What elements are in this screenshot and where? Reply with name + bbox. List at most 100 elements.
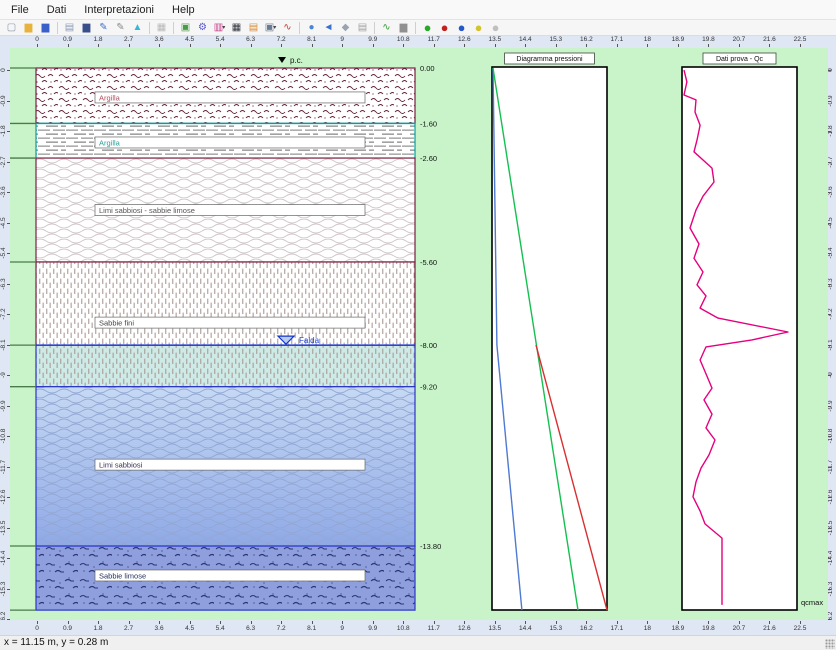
layer-label-box[interactable] bbox=[95, 317, 365, 328]
cone-test-button[interactable]: ▲ bbox=[129, 20, 146, 35]
ruler-tick bbox=[98, 621, 99, 624]
ruler-tick-label: 15.3 bbox=[550, 625, 563, 632]
ruler-tick bbox=[828, 406, 831, 407]
histogram-button[interactable]: ▥▾ bbox=[211, 20, 228, 35]
book-button[interactable]: ▤ bbox=[245, 20, 262, 35]
soil-layer[interactable] bbox=[36, 345, 415, 387]
ruler-tick-label: 9.9 bbox=[368, 625, 377, 632]
globe-button[interactable]: ● bbox=[303, 20, 320, 35]
back-arrow-icon: ◄ bbox=[324, 23, 334, 33]
dropdown-arrow-icon[interactable]: ▾ bbox=[222, 25, 225, 31]
ruler-tick bbox=[373, 621, 374, 624]
chart-line-button[interactable]: ∿ bbox=[279, 20, 296, 35]
soil-layer[interactable]: Sabbie fini bbox=[36, 262, 415, 345]
layer-label-box[interactable] bbox=[95, 92, 365, 103]
depth-label: -1.60 bbox=[420, 119, 437, 128]
soil-layer[interactable]: Argilla bbox=[36, 68, 415, 123]
edit-data-button[interactable]: ✎ bbox=[95, 20, 112, 35]
picture-icon: ▆ bbox=[83, 23, 91, 33]
menu-help[interactable]: Help bbox=[163, 0, 204, 20]
layer-label: Sabbie fini bbox=[99, 319, 134, 328]
layer-label-box[interactable] bbox=[95, 137, 365, 148]
save-button[interactable]: ▆ bbox=[37, 20, 54, 35]
ruler-tick-label: 7.2 bbox=[277, 625, 286, 632]
sphere-yellow-button[interactable]: ● bbox=[470, 20, 487, 35]
soil-layer[interactable]: Limi sabbiosi - sabbie limose bbox=[36, 158, 415, 262]
diagram-button[interactable]: ▣▾ bbox=[262, 20, 279, 35]
ruler-tick bbox=[312, 44, 313, 47]
dropdown-arrow-icon[interactable]: ▾ bbox=[273, 25, 276, 31]
ruler-tick-label: 0 bbox=[35, 625, 39, 632]
ruler-tick bbox=[828, 558, 831, 559]
depth-label: -5.60 bbox=[420, 258, 437, 267]
ruler-tick bbox=[647, 621, 648, 624]
ruler-tick bbox=[800, 621, 801, 624]
ground-level-marker-icon bbox=[278, 57, 286, 63]
ruler-tick bbox=[556, 621, 557, 624]
sphere-blue-button[interactable]: ● bbox=[453, 20, 470, 35]
ruler-tick-label: 17.1 bbox=[611, 36, 624, 43]
sphere-green-button[interactable]: ● bbox=[419, 20, 436, 35]
edit-page-button[interactable]: ✎ bbox=[112, 20, 129, 35]
menu-interpretazioni[interactable]: Interpretazioni bbox=[75, 0, 163, 20]
sphere-red-button[interactable]: ● bbox=[436, 20, 453, 35]
grid-button[interactable]: ▦ bbox=[153, 20, 170, 35]
ruler-tick bbox=[828, 253, 831, 254]
soil-layer[interactable]: Limi sabbiosi bbox=[36, 387, 415, 546]
menu-file[interactable]: File bbox=[2, 0, 38, 20]
ruler-tick bbox=[828, 619, 831, 620]
ruler-tick-label: 21.6 bbox=[763, 625, 776, 632]
back-arrow-button[interactable]: ◄ bbox=[320, 20, 337, 35]
resize-grip-icon[interactable] bbox=[825, 639, 835, 649]
drawing-canvas[interactable]: ArgillaArgillaLimi sabbiosi - sabbie lim… bbox=[10, 48, 828, 620]
ruler-tick bbox=[7, 345, 10, 346]
table-button[interactable]: ▦ bbox=[228, 20, 245, 35]
toolbar-separator bbox=[173, 22, 174, 34]
ruler-tick bbox=[7, 192, 10, 193]
new-document-button[interactable]: ▢ bbox=[3, 20, 20, 35]
ruler-tick bbox=[251, 44, 252, 47]
ruler-tick bbox=[220, 621, 221, 624]
ruler-tick bbox=[828, 162, 831, 163]
ruler-tick-label: 10.8 bbox=[397, 625, 410, 632]
preview-icon: ▣ bbox=[181, 23, 190, 33]
ruler-tick-label: 21.6 bbox=[763, 36, 776, 43]
ruler-tick bbox=[800, 44, 801, 47]
ruler-tick-label: 10.8 bbox=[397, 36, 410, 43]
book-icon: ▤ bbox=[249, 23, 258, 33]
soil-layer[interactable]: Sabbie limose bbox=[36, 546, 415, 610]
ruler-tick bbox=[281, 44, 282, 47]
ruler-tick bbox=[464, 621, 465, 624]
ruler-tick bbox=[556, 44, 557, 47]
export-report-button[interactable]: ▤ bbox=[61, 20, 78, 35]
ruler-tick bbox=[7, 558, 10, 559]
ruler-tick-label: 22.5 bbox=[794, 625, 807, 632]
solid-3d-button[interactable]: ◆ bbox=[337, 20, 354, 35]
qcmax-label: qcmax bbox=[801, 598, 823, 607]
depth-label: -8.00 bbox=[420, 341, 437, 350]
open-folder-button[interactable]: ▆ bbox=[20, 20, 37, 35]
soil-layer[interactable]: Argilla bbox=[36, 123, 415, 158]
pressure-diagram-title: Diagramma pressioni bbox=[516, 56, 583, 63]
preview-button[interactable]: ▣ bbox=[177, 20, 194, 35]
print-button[interactable]: ▆ bbox=[395, 20, 412, 35]
statistics-button[interactable]: ∿ bbox=[378, 20, 395, 35]
ruler-tick bbox=[828, 375, 831, 376]
toolbar-separator bbox=[57, 22, 58, 34]
ruler-tick bbox=[68, 44, 69, 47]
ruler-tick-label: 0.9 bbox=[63, 36, 72, 43]
menu-dati[interactable]: Dati bbox=[38, 0, 76, 20]
ruler-tick-label: 13.5 bbox=[488, 625, 501, 632]
ruler-tick bbox=[7, 223, 10, 224]
notes-button[interactable]: ▤ bbox=[354, 20, 371, 35]
ruler-tick-label: -16.2 bbox=[828, 604, 836, 620]
sphere-silver-button[interactable]: ● bbox=[487, 20, 504, 35]
export-report-icon: ▤ bbox=[65, 23, 74, 33]
settings-gear-button[interactable]: ⚙ bbox=[194, 20, 211, 35]
picture-button[interactable]: ▆ bbox=[78, 20, 95, 35]
ruler-tick-label: 5.4 bbox=[216, 36, 225, 43]
ruler-tick-label: 18 bbox=[644, 36, 651, 43]
chart-line-icon: ∿ bbox=[283, 23, 291, 33]
layer-label: Limi sabbiosi bbox=[99, 461, 143, 470]
ruler-tick bbox=[403, 44, 404, 47]
